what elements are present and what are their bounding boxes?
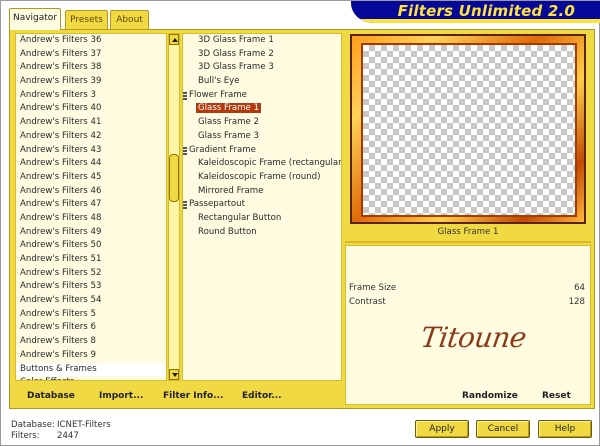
scroll-up-button[interactable] <box>169 34 179 45</box>
category-item[interactable]: Andrew's Filters 46 <box>16 185 166 199</box>
filter-group-item[interactable]: Passepartout <box>183 198 341 212</box>
group-handle-icon <box>183 91 187 100</box>
filter-item[interactable]: Rectangular Button <box>183 212 341 226</box>
filters-count-label: Filters: <box>11 431 40 441</box>
category-item[interactable]: Andrew's Filters 51 <box>16 253 166 267</box>
category-item[interactable]: Andrew's Filters 54 <box>16 294 166 308</box>
category-scrollbar[interactable] <box>168 33 180 381</box>
category-item[interactable]: Andrew's Filters 42 <box>16 130 166 144</box>
author-signature: Titoune <box>418 321 529 354</box>
filter-group-item[interactable]: Gradient Frame <box>183 144 341 158</box>
app-logo: Filters Unlimited 2.0 <box>351 1 600 23</box>
filter-label: Mirrored Frame <box>198 185 264 196</box>
category-item[interactable]: Andrew's Filters 41 <box>16 116 166 130</box>
filter-label: Bull's Eye <box>198 76 240 87</box>
transparency-checkerboard <box>363 45 575 215</box>
filter-item[interactable]: Glass Frame 2 <box>183 116 341 130</box>
category-item[interactable]: Andrew's Filters 39 <box>16 75 166 89</box>
arrow-up-icon <box>172 38 178 42</box>
divider <box>345 241 591 243</box>
filter-label: Gradient Frame <box>189 144 256 155</box>
category-item[interactable]: Andrew's Filters 9 <box>16 349 166 363</box>
database-label: Database: <box>11 420 55 430</box>
filter-list[interactable]: 3D Glass Frame 1 3D Glass Frame 2 3D Glass… <box>182 33 342 381</box>
category-item[interactable]: Andrew's Filters 8 <box>16 335 166 349</box>
filter-item[interactable]: 3D Glass Frame 3 <box>183 61 341 75</box>
category-item[interactable]: Andrew's Filters 47 <box>16 198 166 212</box>
group-handle-icon <box>183 146 187 155</box>
filter-item[interactable]: Glass Frame 3 <box>183 130 341 144</box>
category-item[interactable]: Andrew's Filters 40 <box>16 102 166 116</box>
param-value: 64 <box>574 283 585 293</box>
param-name: Frame Size <box>349 283 397 293</box>
param-row-contrast[interactable]: Contrast 128 <box>349 295 585 309</box>
tab-presets[interactable]: Presets <box>65 10 108 29</box>
preview-caption: Glass Frame 1 <box>437 227 499 237</box>
filter-label: 3D Glass Frame 1 <box>198 35 274 45</box>
scroll-thumb[interactable] <box>169 154 179 202</box>
category-list[interactable]: Andrew's Filters 36 Andrew's Filters 37 An… <box>15 33 167 381</box>
filter-item[interactable]: Bull's Eye <box>183 75 341 89</box>
filter-label: Kaleidoscopic Frame (rectangular) <box>198 158 342 169</box>
category-item[interactable]: Andrew's Filters 45 <box>16 171 166 185</box>
navigator-panel: Andrew's Filters 36 Andrew's Filters 37 An… <box>9 29 595 409</box>
category-item[interactable]: Andrew's Filters 43 <box>16 144 166 158</box>
category-item[interactable]: Andrew's Filters 44 <box>16 157 166 171</box>
preview-image <box>350 34 586 224</box>
category-item[interactable]: Andrew's Filters 38 <box>16 61 166 75</box>
filter-item[interactable]: 3D Glass Frame 1 <box>183 34 341 48</box>
filter-label: Passepartout <box>189 199 246 210</box>
filters-unlimited-window: Navigator Presets About Filters Unlimite… <box>0 0 600 446</box>
category-item[interactable]: Andrew's Filters 6 <box>16 321 166 335</box>
category-item[interactable]: Andrew's Filters 52 <box>16 267 166 281</box>
import-button[interactable]: Import... <box>99 391 143 401</box>
filters-count-value: 2447 <box>57 431 79 441</box>
group-handle-icon <box>183 201 187 210</box>
filter-label: Glass Frame 3 <box>198 130 259 141</box>
cancel-button[interactable]: Cancel <box>476 420 530 438</box>
category-item[interactable]: Andrew's Filters 50 <box>16 239 166 253</box>
reset-button[interactable]: Reset <box>542 391 571 401</box>
filter-label: 3D Glass Frame 2 <box>198 48 274 59</box>
logo-text: Filters Unlimited 2.0 <box>397 2 575 20</box>
param-value: 128 <box>568 297 585 307</box>
filter-label: Rectangular Button <box>198 212 282 223</box>
category-item[interactable]: Andrew's Filters 37 <box>16 48 166 62</box>
filter-item[interactable]: 3D Glass Frame 2 <box>183 48 341 62</box>
filter-item[interactable]: Kaleidoscopic Frame (rectangular) <box>183 157 341 171</box>
editor-button[interactable]: Editor... <box>242 391 282 401</box>
scroll-down-button[interactable] <box>169 369 179 380</box>
filter-item[interactable]: Kaleidoscopic Frame (round) <box>183 171 341 185</box>
filter-label: Flower Frame <box>189 89 247 100</box>
filter-label: Round Button <box>198 226 257 237</box>
randomize-button[interactable]: Randomize <box>462 391 518 401</box>
category-item[interactable]: Andrew's Filters 53 <box>16 280 166 294</box>
tab-about[interactable]: About <box>110 10 149 29</box>
database-value: ICNET-Filters <box>57 420 111 430</box>
category-item[interactable]: Andrew's Filters 36 <box>16 34 166 48</box>
filter-label: Glass Frame 2 <box>198 117 259 128</box>
filter-item[interactable]: Mirrored Frame <box>183 185 341 199</box>
filter-group-item[interactable]: Flower Frame <box>183 89 341 103</box>
category-item[interactable]: Andrew's Filters 48 <box>16 212 166 226</box>
category-item[interactable]: Andrew's Filters 3 <box>16 89 166 103</box>
param-row-frame-size[interactable]: Frame Size 64 <box>349 281 585 295</box>
category-item[interactable]: Buttons & Frames <box>16 362 166 377</box>
param-name: Contrast <box>349 297 386 307</box>
filter-label: Kaleidoscopic Frame (round) <box>198 171 321 182</box>
database-button[interactable]: Database <box>27 391 75 401</box>
filter-label: 3D Glass Frame 3 <box>198 62 274 73</box>
help-button[interactable]: Help <box>538 420 592 438</box>
parameters-panel: Frame Size 64 Contrast 128 Titoune <box>345 245 591 405</box>
category-item[interactable]: Color Effects <box>16 376 166 380</box>
filter-item[interactable]: Round Button <box>183 226 341 240</box>
category-item[interactable]: Andrew's Filters 5 <box>16 308 166 322</box>
apply-button[interactable]: Apply <box>415 420 469 438</box>
tab-navigator[interactable]: Navigator <box>9 8 61 30</box>
category-item[interactable]: Andrew's Filters 49 <box>16 226 166 240</box>
filter-info-button[interactable]: Filter Info... <box>163 391 223 401</box>
filter-label: Glass Frame 1 <box>195 102 262 115</box>
arrow-down-icon <box>172 373 178 377</box>
filter-item[interactable]: Glass Frame 1 <box>183 102 341 116</box>
